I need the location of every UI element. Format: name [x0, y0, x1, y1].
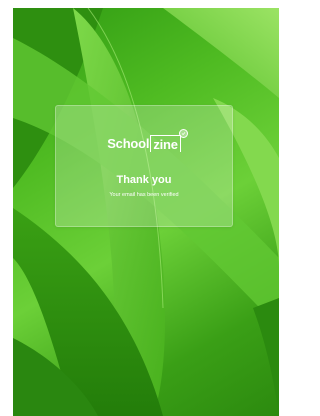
schoolzine-logo: School zine [56, 128, 232, 154]
logo-text-zine: zine [150, 134, 181, 152]
check-badge-icon [178, 128, 188, 138]
background-image: School zine Thank you Your email has bee… [13, 8, 279, 416]
thank-you-heading: Thank you [116, 174, 172, 186]
verified-message: Your email has been verified [109, 192, 179, 198]
verification-card: School zine Thank you Your email has bee… [55, 105, 233, 227]
logo-text-school: School [107, 135, 150, 151]
